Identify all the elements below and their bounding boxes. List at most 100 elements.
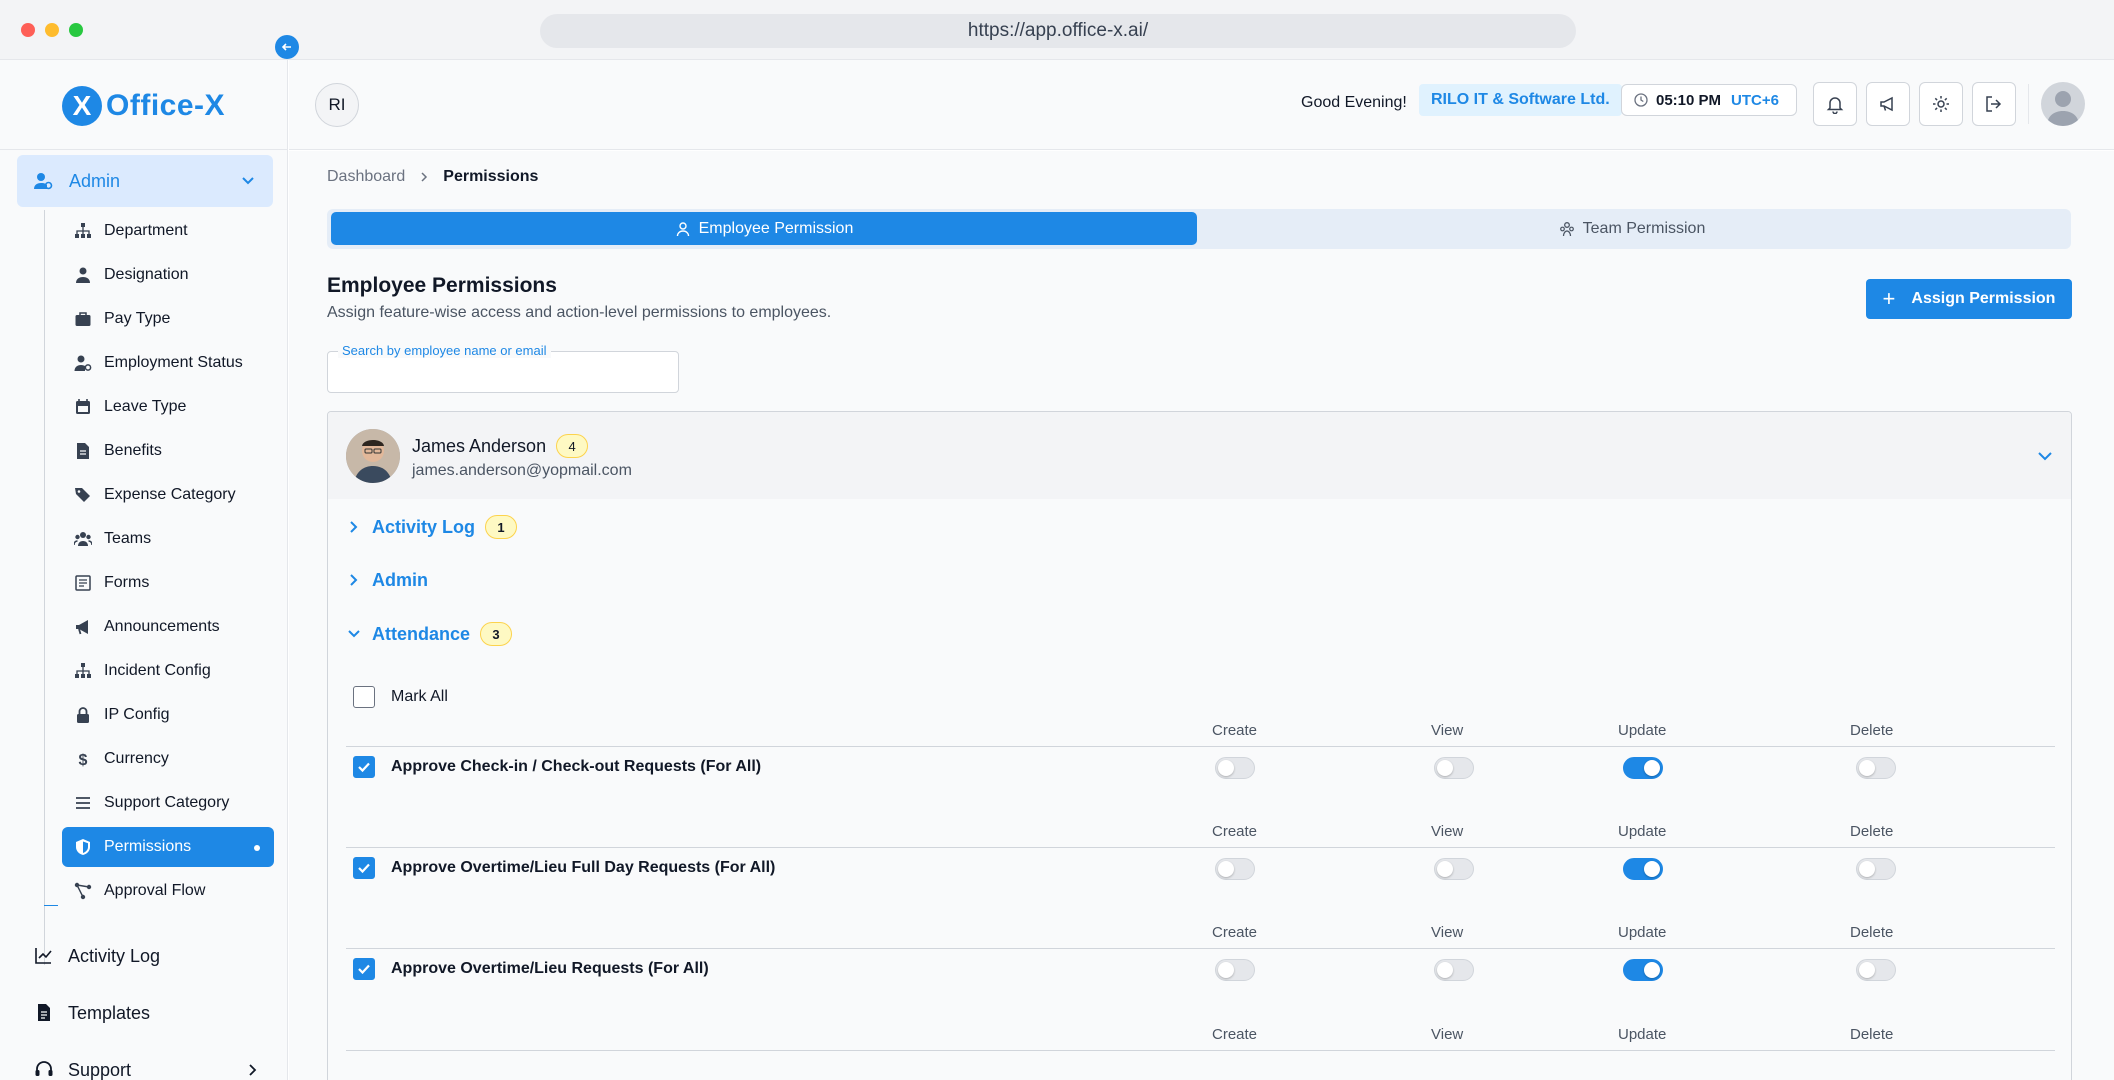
sidebar-item-label: Currency — [104, 750, 169, 767]
column-header-create: Create — [1212, 924, 1258, 941]
toggle-update[interactable] — [1623, 757, 1663, 779]
permission-checkbox[interactable] — [353, 857, 375, 879]
check-icon — [358, 964, 370, 975]
sidebar-item-label: Teams — [104, 530, 152, 547]
divider — [346, 948, 2055, 949]
breadcrumb-dashboard[interactable]: Dashboard — [327, 168, 405, 186]
toggle-view[interactable] — [1434, 757, 1474, 779]
sidebar-item-label: IP Config — [104, 706, 170, 723]
sidebar-item-label: Announcements — [104, 618, 220, 635]
announcements-button[interactable] — [1866, 82, 1910, 126]
permission-row: Create View Update Delete Approve Overtime/L… — [346, 823, 2055, 923]
address-bar[interactable]: https://app.office-x.ai/ — [540, 14, 1576, 48]
column-header-create: Create — [1212, 1026, 1258, 1043]
toggle-create[interactable] — [1215, 757, 1255, 779]
chevron-down-icon — [242, 177, 254, 185]
top-header: RI Good Evening! RILO IT & Software Ltd.… — [289, 60, 2114, 150]
column-header-delete: Delete — [1850, 1026, 1894, 1043]
calendar-icon — [74, 398, 92, 416]
sidebar-collapse-button[interactable] — [275, 35, 299, 59]
permission-label-row[interactable]: Approve Overtime/Lieu Full Day Requests … — [353, 857, 775, 879]
toggle-delete[interactable] — [1856, 959, 1896, 981]
sidebar-item-currency[interactable]: $ Currency — [62, 739, 274, 779]
tab-team-permission[interactable]: Team Permission — [1197, 212, 2067, 245]
assign-permission-button[interactable]: + Assign Permission — [1866, 279, 2072, 319]
sidebar-item-incident-config[interactable]: Incident Config — [62, 651, 274, 691]
sidebar-item-support-category[interactable]: Support Category — [62, 783, 274, 823]
sidebar-item-announcements[interactable]: Announcements — [62, 607, 274, 647]
logout-icon — [1986, 96, 2002, 112]
toggle-view[interactable] — [1434, 858, 1474, 880]
settings-button[interactable] — [1919, 82, 1963, 126]
toggle-create[interactable] — [1215, 858, 1255, 880]
bell-icon — [1826, 97, 1844, 114]
sidebar-item-templates[interactable]: Templates — [34, 993, 274, 1033]
sidebar: X Office-X Admin Department Designation Pa… — [0, 60, 288, 1080]
sidebar-item-employment-status[interactable]: Employment Status — [62, 343, 274, 383]
clock-widget: 05:10 PM UTC+6 — [1621, 84, 1797, 116]
workspace-avatar[interactable]: RI — [315, 83, 359, 127]
sidebar-item-label: Forms — [104, 574, 150, 591]
toggle-create[interactable] — [1215, 959, 1255, 981]
plus-icon: + — [1882, 286, 1896, 311]
permission-name: Approve Overtime/Lieu Requests (For All) — [391, 960, 709, 977]
sidebar-item-permissions[interactable]: Permissions — [62, 827, 274, 867]
permission-name: Approve Overtime/Lieu Full Day Requests … — [391, 859, 776, 876]
employee-card-header[interactable]: James Anderson 4 james.anderson@yopmail.… — [328, 412, 2071, 499]
toggle-view[interactable] — [1434, 959, 1474, 981]
column-header-delete: Delete — [1850, 823, 1894, 840]
sidebar-item-teams[interactable]: Teams — [62, 519, 274, 559]
button-label: Assign Permission — [1911, 290, 2056, 307]
user-avatar[interactable] — [2041, 82, 2085, 126]
module-attendance[interactable]: Attendance 3 — [346, 619, 513, 649]
permission-checkbox[interactable] — [353, 756, 375, 778]
sidebar-item-benefits[interactable]: Benefits — [62, 431, 274, 471]
logo[interactable]: X Office-X — [62, 84, 225, 128]
toggle-knob — [1644, 760, 1660, 776]
sidebar-item-ip-config[interactable]: IP Config — [62, 695, 274, 735]
sidebar-item-designation[interactable]: Designation — [62, 255, 274, 295]
window-maximize-button[interactable] — [69, 23, 83, 37]
document-icon — [34, 1003, 54, 1023]
employee-search-field[interactable]: Search by employee name or email — [327, 343, 679, 393]
divider — [2028, 84, 2029, 124]
sidebar-item-forms[interactable]: Forms — [62, 563, 274, 603]
chevron-down-icon[interactable] — [2035, 446, 2055, 466]
sidebar-item-label: Support Category — [104, 794, 230, 811]
toggle-knob — [1859, 760, 1875, 776]
module-admin[interactable]: Admin — [346, 565, 428, 595]
sidebar-item-activity-log[interactable]: Activity Log — [34, 936, 274, 976]
sidebar-item-approval-flow[interactable]: Approval Flow — [62, 871, 274, 911]
toggle-update[interactable] — [1623, 858, 1663, 880]
sidebar-item-label: Templates — [68, 1002, 151, 1023]
module-activity-log[interactable]: Activity Log 1 — [346, 512, 518, 542]
permission-label-row[interactable]: Approve Check-in / Check-out Requests (F… — [353, 756, 761, 778]
sidebar-item-leave-type[interactable]: Leave Type — [62, 387, 274, 427]
window-minimize-button[interactable] — [45, 23, 59, 37]
dollar-icon: $ — [74, 750, 92, 768]
column-header-create: Create — [1212, 722, 1258, 739]
chevron-down-icon — [348, 630, 360, 638]
search-input[interactable] — [328, 352, 678, 392]
column-header-create: Create — [1212, 823, 1258, 840]
mark-all-row[interactable]: Mark All — [353, 686, 448, 708]
mark-all-checkbox[interactable] — [353, 686, 375, 708]
lock-icon — [74, 706, 92, 724]
window-close-button[interactable] — [21, 23, 35, 37]
sidebar-group-admin[interactable]: Admin — [17, 155, 273, 207]
toggle-update[interactable] — [1623, 959, 1663, 981]
employee-permission-card: James Anderson 4 james.anderson@yopmail.… — [327, 411, 2072, 1080]
sidebar-item-label: Department — [104, 222, 188, 239]
sidebar-item-expense-category[interactable]: Expense Category — [62, 475, 274, 515]
tab-employee-permission[interactable]: Employee Permission — [331, 212, 1197, 245]
toggle-delete[interactable] — [1856, 757, 1896, 779]
notifications-button[interactable] — [1813, 82, 1857, 126]
sidebar-item-label: Support — [68, 1059, 132, 1080]
logout-button[interactable] — [1972, 82, 2016, 126]
permission-checkbox[interactable] — [353, 958, 375, 980]
toggle-delete[interactable] — [1856, 858, 1896, 880]
sidebar-item-support[interactable]: Support — [34, 1050, 274, 1080]
sidebar-item-department[interactable]: Department — [62, 211, 274, 251]
sidebar-item-pay-type[interactable]: Pay Type — [62, 299, 274, 339]
permission-label-row[interactable]: Approve Overtime/Lieu Requests (For All) — [353, 958, 709, 980]
